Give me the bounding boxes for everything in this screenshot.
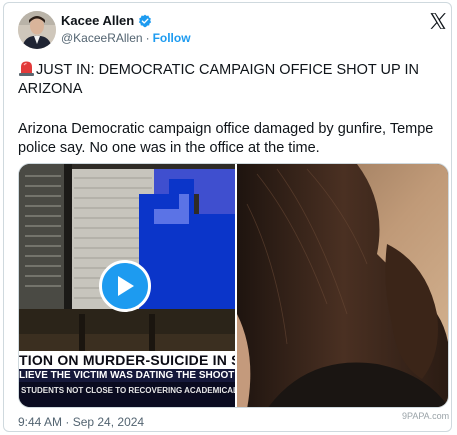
- author-display-name[interactable]: Kacee Allen: [61, 13, 134, 28]
- post-body: Arizona Democratic campaign office damag…: [18, 121, 434, 156]
- siren-icon: [18, 60, 35, 76]
- verified-badge-icon: [138, 14, 152, 28]
- post-headline: JUST IN: DEMOCRATIC CAMPAIGN OFFICE SHOT…: [18, 62, 419, 97]
- video-thumbnail[interactable]: TION ON MURDER-SUICIDE IN SU LIEVE THE V…: [19, 164, 235, 407]
- post-timestamp[interactable]: 9:44 AM · Sep 24, 2024: [18, 415, 144, 429]
- news-ticker-crawl: STUDENTS NOT CLOSE TO RECOVERING ACADEMI…: [19, 382, 235, 407]
- avatar[interactable]: [18, 11, 56, 49]
- separator-dot: ·: [145, 31, 150, 45]
- photo-thumbnail[interactable]: [237, 164, 448, 407]
- tweet-card: Kacee Allen @KaceeRAllen · Follow JUST I…: [3, 2, 452, 432]
- x-logo-icon[interactable]: [428, 11, 448, 31]
- media-container[interactable]: TION ON MURDER-SUICIDE IN SU LIEVE THE V…: [18, 163, 449, 408]
- photo-scene: [237, 164, 448, 407]
- follow-button[interactable]: Follow: [153, 31, 191, 45]
- author-handle[interactable]: @KaceeRAllen: [61, 31, 143, 45]
- news-ticker-headline: TION ON MURDER-SUICIDE IN SU: [19, 351, 235, 369]
- play-button[interactable]: [99, 260, 151, 312]
- post-headline-row: JUST IN: DEMOCRATIC CAMPAIGN OFFICE SHOT…: [18, 60, 438, 99]
- author-name-row: Kacee Allen: [61, 13, 152, 28]
- watermark: 9PAPA.com: [402, 411, 450, 421]
- author-handle-row: @KaceeRAllen · Follow: [61, 31, 191, 45]
- news-ticker-subline: LIEVE THE VICTIM WAS DATING THE SHOOTE: [19, 369, 235, 382]
- play-icon: [118, 276, 134, 296]
